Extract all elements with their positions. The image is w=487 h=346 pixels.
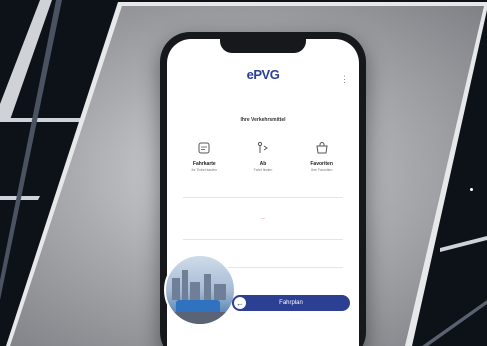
action-title: Fahrkarte bbox=[192, 161, 216, 167]
action-title: Ab bbox=[259, 161, 267, 167]
section-title: Ihre Verkehrsmittel bbox=[240, 117, 286, 123]
red-marker: — bbox=[261, 215, 265, 220]
action-ab[interactable]: Ab Fahrt finden bbox=[235, 137, 291, 187]
ticket-icon bbox=[176, 137, 232, 159]
action-subtitle: Ihr Ticket kaufen bbox=[191, 168, 218, 172]
action-favoriten[interactable]: Favoriten Ihre Favoriten bbox=[294, 137, 350, 187]
action-fahrkarte[interactable]: Fahrkarte Ihr Ticket kaufen bbox=[176, 137, 232, 187]
fahrplan-button[interactable]: Fahrplan bbox=[232, 295, 350, 311]
divider bbox=[183, 197, 343, 198]
action-subtitle: Ihre Favoriten bbox=[310, 168, 333, 172]
phone-notch bbox=[220, 39, 306, 53]
decor-dot bbox=[470, 188, 473, 191]
vertical-dots-icon[interactable]: ⋮ bbox=[340, 75, 349, 84]
action-title: Favoriten bbox=[310, 161, 333, 167]
divider bbox=[183, 239, 343, 240]
city-bus-photo bbox=[164, 254, 236, 326]
action-subtitle: Fahrt finden bbox=[253, 168, 273, 172]
bag-icon bbox=[294, 137, 350, 159]
app-logo: ePVG bbox=[246, 67, 280, 82]
action-row: Fahrkarte Ihr Ticket kaufen Ab Fahrt fin… bbox=[175, 137, 351, 187]
route-icon bbox=[235, 137, 291, 159]
arrow-left-icon[interactable]: ← bbox=[234, 297, 246, 309]
promo-banner: ePVG ⋮ Ihre Verkehrsmittel Fahrkarte Ihr… bbox=[0, 0, 487, 346]
